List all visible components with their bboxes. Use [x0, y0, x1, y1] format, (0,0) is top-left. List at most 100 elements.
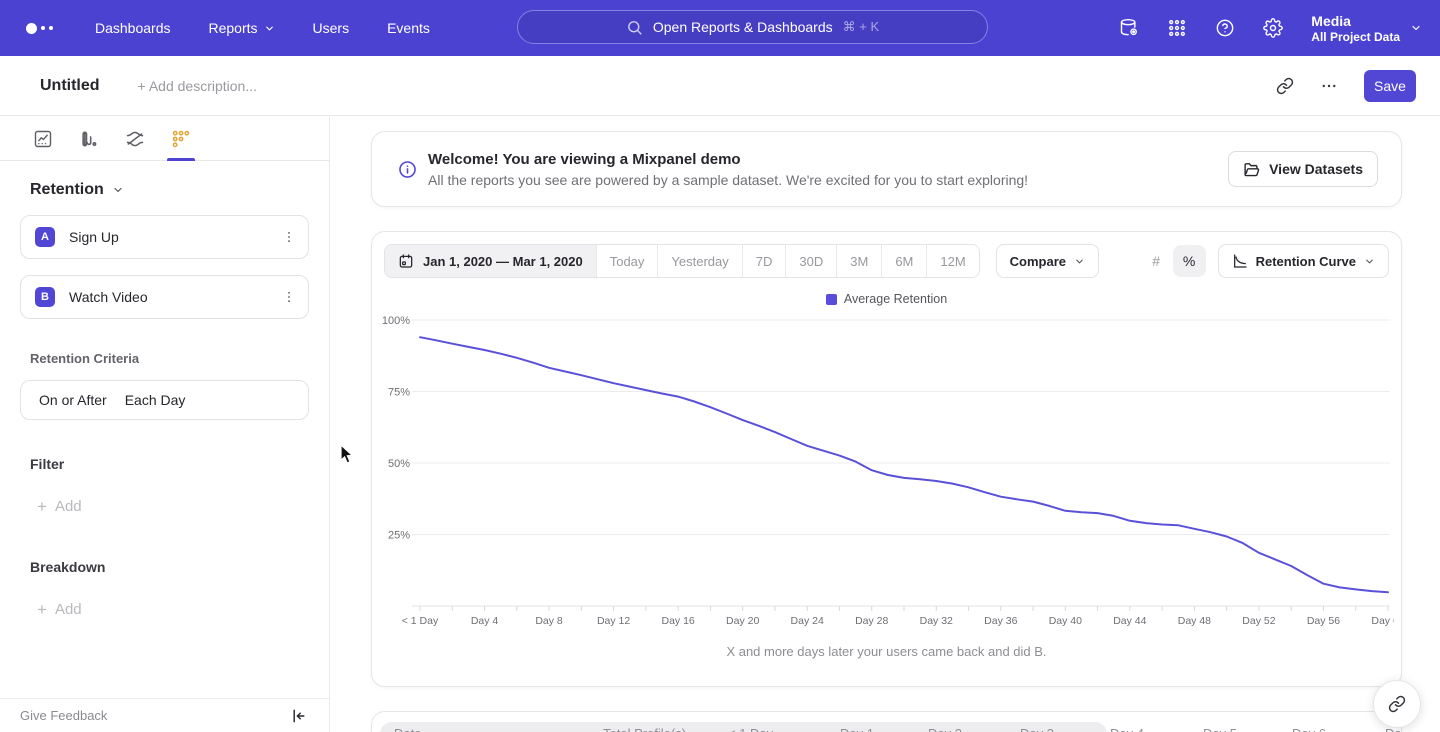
project-switcher[interactable]: Media All Project Data: [1311, 13, 1422, 44]
chevron-down-icon: [264, 23, 275, 34]
content-area: Retention A Sign Up B Watch Video Rete: [0, 117, 1440, 732]
legend-swatch: [826, 294, 837, 305]
step-label: Sign Up: [69, 229, 282, 245]
preset-yesterday[interactable]: Yesterday: [657, 245, 741, 277]
retention-criteria-card[interactable]: On or After Each Day: [20, 380, 309, 420]
link-icon: [1388, 695, 1406, 713]
svg-text:Day 52: Day 52: [1242, 615, 1275, 627]
preset-7d[interactable]: 7D: [742, 245, 786, 277]
col-day4[interactable]: Day 4: [1110, 726, 1144, 732]
plus-icon: +: [37, 499, 47, 514]
step-badge-a: A: [35, 227, 55, 247]
col-day5[interactable]: Day 5: [1203, 726, 1237, 732]
global-search-input[interactable]: Open Reports & Dashboards ⌘ + K: [517, 10, 988, 44]
project-scope: All Project Data: [1311, 30, 1400, 44]
query-builder-sidebar: Retention A Sign Up B Watch Video Rete: [0, 117, 330, 732]
preset-30d[interactable]: 30D: [785, 245, 836, 277]
report-main: Welcome! You are viewing a Mixpanel demo…: [331, 117, 1440, 732]
svg-text:Day 24: Day 24: [791, 615, 824, 627]
settings-gear-icon[interactable]: [1263, 18, 1283, 38]
svg-text:Day 28: Day 28: [855, 615, 888, 627]
retention-chart-card: Jan 1, 2020 — Mar 1, 2020 Today Yesterda…: [371, 231, 1402, 687]
active-tab-underline: [167, 158, 195, 161]
tab-funnels[interactable]: [79, 117, 99, 161]
svg-text:Day 32: Day 32: [920, 615, 953, 627]
step-card-b[interactable]: B Watch Video: [20, 275, 309, 319]
col-lt1day[interactable]: < 1 Day: [728, 726, 773, 732]
apps-grid-icon[interactable]: [1167, 18, 1187, 38]
more-options-icon[interactable]: [1320, 77, 1338, 95]
search-shortcut: ⌘ + K: [843, 19, 880, 35]
col-day2[interactable]: Day 2: [928, 726, 962, 732]
collapse-sidebar-icon[interactable]: [291, 708, 307, 724]
col-day3[interactable]: Day 3: [1020, 726, 1054, 732]
preset-12m[interactable]: 12M: [926, 245, 978, 277]
logo-dot-large: [26, 23, 37, 34]
col-day1[interactable]: Day 1: [840, 726, 874, 732]
criteria-each-day[interactable]: Each Day: [125, 392, 186, 408]
chart-caption: X and more days later your users came ba…: [372, 644, 1401, 659]
svg-text:Day 16: Day 16: [661, 615, 694, 627]
date-range-group: Jan 1, 2020 — Mar 1, 2020 Today Yesterda…: [384, 244, 980, 278]
retention-criteria-label: Retention Criteria: [30, 351, 329, 366]
chart-legend: Average Retention: [372, 292, 1401, 306]
nav-users[interactable]: Users: [313, 20, 350, 36]
retention-line-chart[interactable]: 100%75%50%25%< 1 DayDay 4Day 8Day 12Day …: [382, 310, 1394, 632]
view-datasets-button[interactable]: View Datasets: [1228, 151, 1378, 187]
svg-text:< 1 Day: < 1 Day: [402, 615, 439, 627]
logo-dot-small: [41, 26, 45, 30]
col-total-profiles[interactable]: Total Profile(s): [603, 726, 686, 732]
give-feedback-link[interactable]: Give Feedback: [20, 708, 107, 723]
data-management-icon[interactable]: [1119, 18, 1139, 38]
top-navbar: Dashboards Reports Users Events Open Rep…: [0, 0, 1440, 56]
tab-flows[interactable]: [125, 117, 145, 161]
report-type-dropdown[interactable]: Retention: [30, 181, 329, 199]
banner-text: Welcome! You are viewing a Mixpanel demo…: [428, 151, 1228, 188]
svg-text:Day 48: Day 48: [1178, 615, 1211, 627]
add-breakdown-button[interactable]: + Add: [37, 601, 329, 618]
col-date[interactable]: Date: [394, 726, 421, 732]
preset-today[interactable]: Today: [596, 245, 658, 277]
folder-icon: [1243, 161, 1260, 178]
step-menu-icon[interactable]: [282, 230, 296, 244]
add-description-field[interactable]: + Add description...: [138, 78, 257, 94]
step-label: Watch Video: [69, 289, 282, 305]
help-icon[interactable]: [1215, 18, 1235, 38]
absolute-numbers-toggle[interactable]: #: [1140, 245, 1173, 277]
tab-retention[interactable]: [171, 117, 191, 161]
step-badge-b: B: [35, 287, 55, 307]
nav-reports[interactable]: Reports: [209, 20, 275, 36]
step-menu-icon[interactable]: [282, 290, 296, 304]
chart-toolbar: Jan 1, 2020 — Mar 1, 2020 Today Yesterda…: [372, 232, 1401, 278]
step-card-a[interactable]: A Sign Up: [20, 215, 309, 259]
svg-text:100%: 100%: [382, 315, 410, 327]
copy-link-icon[interactable]: [1276, 77, 1294, 95]
tab-insights[interactable]: [33, 117, 53, 161]
col-day6[interactable]: Day 6: [1292, 726, 1326, 732]
svg-text:Day 12: Day 12: [597, 615, 630, 627]
preset-3m[interactable]: 3M: [836, 245, 881, 277]
sidebar-footer: Give Feedback: [0, 698, 329, 732]
percent-toggle[interactable]: %: [1173, 245, 1206, 277]
svg-text:Day 4: Day 4: [471, 615, 499, 627]
project-name: Media: [1311, 13, 1400, 30]
mixpanel-logo[interactable]: [26, 23, 53, 34]
nav-events[interactable]: Events: [387, 20, 430, 36]
report-type-tabs: [0, 117, 329, 161]
criteria-on-or-after[interactable]: On or After: [39, 392, 107, 408]
compare-button[interactable]: Compare: [996, 244, 1099, 278]
report-title[interactable]: Untitled: [40, 77, 100, 95]
filter-label: Filter: [30, 456, 329, 472]
date-range-picker[interactable]: Jan 1, 2020 — Mar 1, 2020: [385, 245, 596, 277]
chevron-down-icon: [1410, 22, 1422, 34]
chart-type-dropdown[interactable]: Retention Curve: [1218, 244, 1389, 278]
svg-text:75%: 75%: [388, 387, 410, 399]
banner-title: Welcome! You are viewing a Mixpanel demo: [428, 151, 1228, 168]
save-button[interactable]: Save: [1364, 70, 1416, 102]
add-filter-button[interactable]: + Add: [37, 498, 329, 515]
report-header: Untitled + Add description... Save: [0, 56, 1440, 116]
nav-dashboards[interactable]: Dashboards: [95, 20, 171, 36]
report-actions: Save: [1276, 70, 1416, 102]
preset-6m[interactable]: 6M: [881, 245, 926, 277]
share-link-fab[interactable]: [1373, 680, 1421, 728]
